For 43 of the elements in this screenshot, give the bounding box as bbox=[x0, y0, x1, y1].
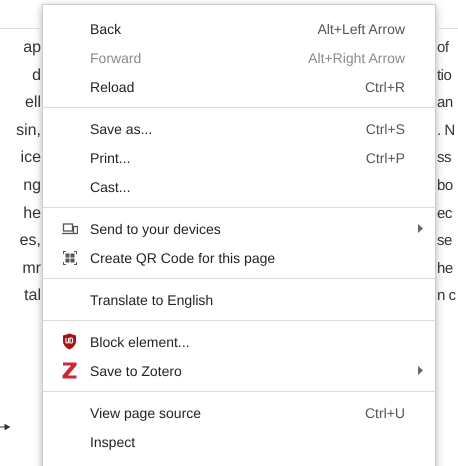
shortcut-text: Ctrl+P bbox=[366, 150, 405, 166]
page-text: d bbox=[32, 66, 41, 86]
shortcut-text: Alt+Right Arrow bbox=[308, 50, 405, 66]
page-text: he bbox=[23, 204, 41, 224]
menu-item[interactable]: View page source Ctrl+U bbox=[43, 398, 435, 427]
devices-icon bbox=[62, 222, 78, 234]
menu-item[interactable]: Save to Zotero bbox=[43, 356, 435, 385]
menu-item[interactable]: Send to your devices bbox=[43, 214, 435, 243]
page-text: ng bbox=[23, 176, 41, 196]
menu-item[interactable]: Translate to English bbox=[43, 285, 435, 314]
page-text: of bbox=[437, 38, 450, 58]
menu-item[interactable]: Inspect bbox=[43, 427, 435, 456]
page-text: . N bbox=[437, 120, 456, 141]
shield-icon bbox=[62, 333, 77, 350]
menu-item[interactable]: Block element... bbox=[43, 327, 435, 356]
page-text: n c bbox=[437, 286, 457, 306]
shortcut-text: Ctrl+S bbox=[366, 120, 405, 136]
page-text: es, bbox=[20, 231, 41, 252]
menu-item[interactable]: Reload Ctrl+R bbox=[43, 72, 435, 101]
menu-item[interactable]: Print... Ctrl+P bbox=[43, 143, 435, 172]
menu-item[interactable]: Save as... Ctrl+S bbox=[43, 114, 435, 143]
page-text: ap bbox=[23, 38, 41, 58]
qr-code-icon bbox=[62, 250, 78, 266]
shortcut-text: Ctrl+U bbox=[364, 404, 405, 420]
page-text: sin, bbox=[16, 120, 41, 141]
arrow-icon bbox=[0, 424, 10, 430]
page-text: ice bbox=[20, 148, 41, 168]
page-text: tal bbox=[24, 286, 41, 306]
menu-item[interactable]: Create QR Code for this page bbox=[43, 243, 435, 272]
shortcut-text: Ctrl+R bbox=[364, 78, 405, 94]
page-text: mr bbox=[22, 258, 41, 279]
page-text: tio bbox=[437, 66, 452, 86]
page-text: se bbox=[437, 231, 453, 252]
page-text: he bbox=[437, 258, 454, 279]
menu-item[interactable]: Back Alt+Left Arrow bbox=[43, 14, 435, 43]
zotero-logo-icon bbox=[62, 362, 77, 379]
page-text: ec bbox=[437, 204, 453, 224]
page-text: bo bbox=[437, 176, 454, 196]
menu-item[interactable]: Cast... bbox=[43, 172, 435, 201]
shortcut-text: Alt+Left Arrow bbox=[317, 20, 405, 36]
page-text: ell bbox=[24, 93, 41, 114]
page-text: ss bbox=[437, 148, 452, 168]
page-text: an bbox=[437, 93, 454, 114]
